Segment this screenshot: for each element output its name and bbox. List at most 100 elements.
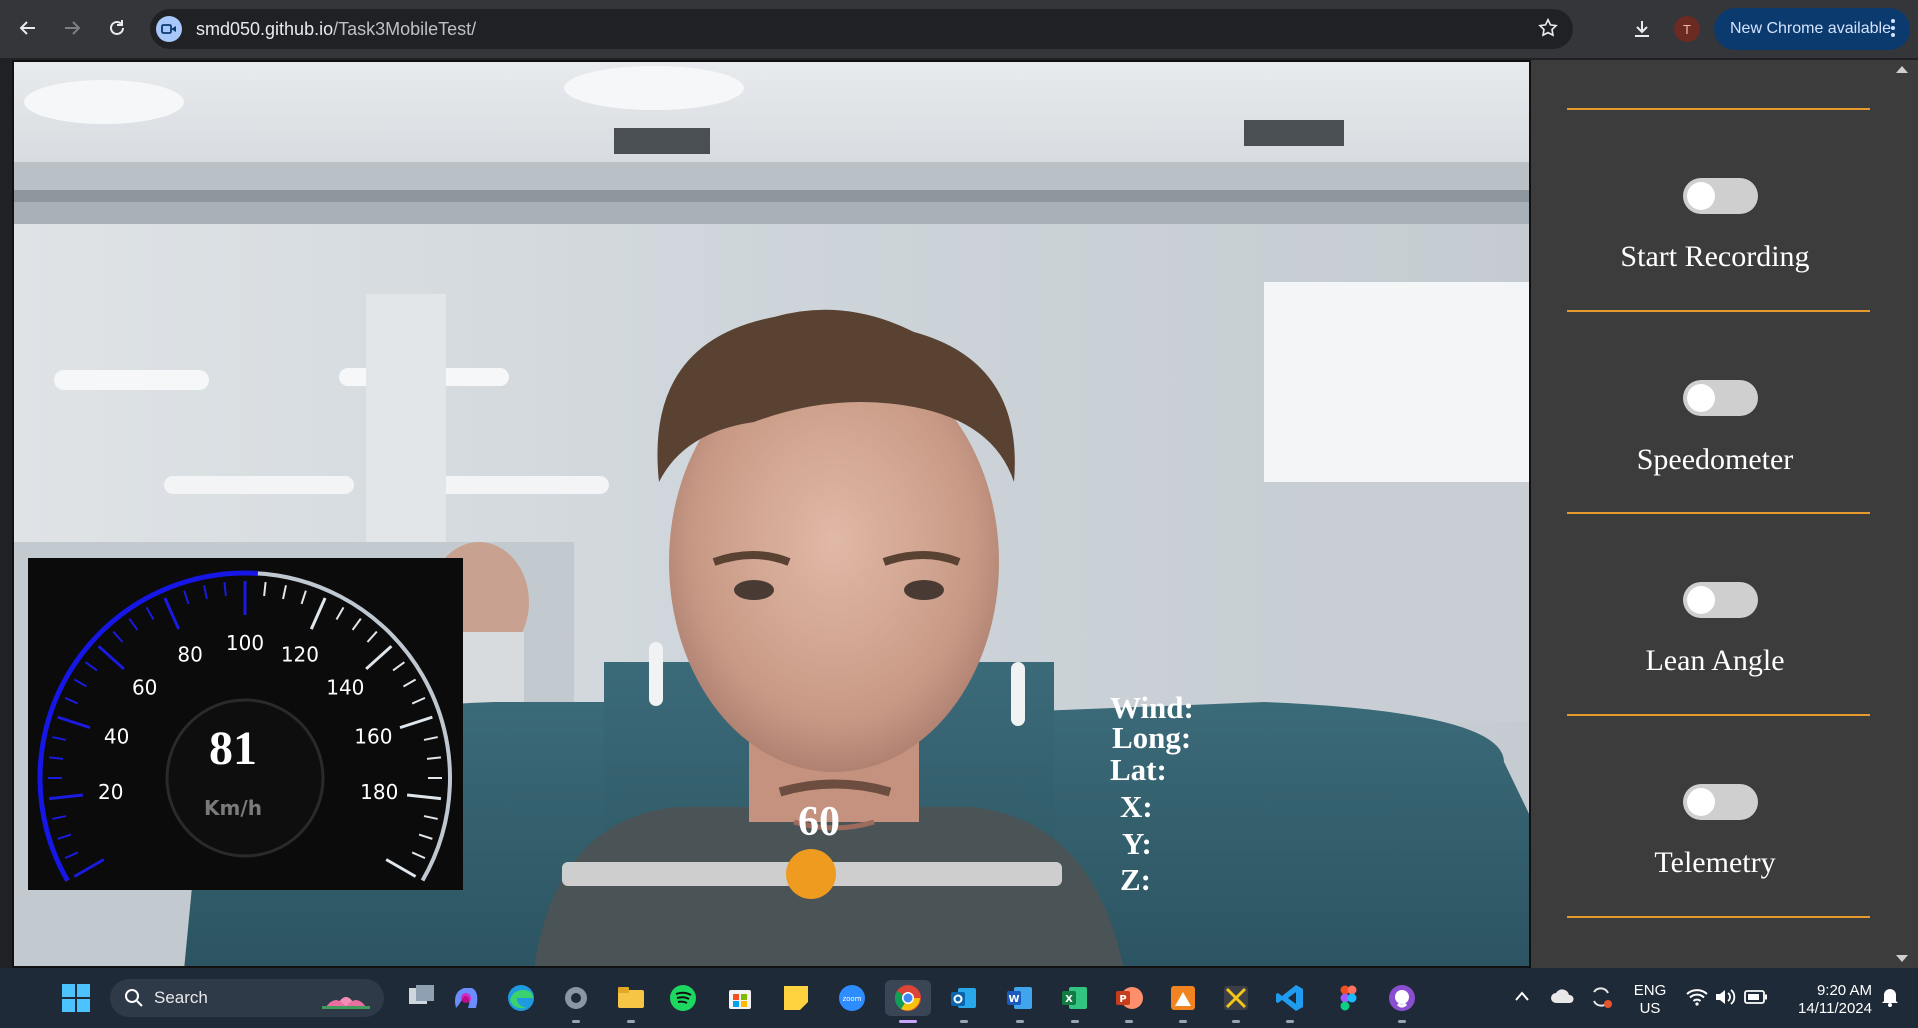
telemetry-toggle[interactable] <box>1683 784 1758 820</box>
site-info-icon[interactable] <box>156 16 182 42</box>
gauge-tick <box>52 736 67 741</box>
new-chrome-available-button[interactable]: New Chrome available <box>1714 8 1910 50</box>
toggle-knob <box>1687 586 1715 614</box>
running-indicator <box>1125 1020 1133 1023</box>
telemetry-long: Long: <box>1112 720 1192 755</box>
clock[interactable]: 9:20 AM 14/11/2024 <box>1782 982 1872 1018</box>
taskbar-search[interactable]: Search <box>110 979 384 1017</box>
gauge-tick <box>128 618 139 631</box>
spotify-icon[interactable] <box>665 980 701 1016</box>
gauge-tick <box>48 756 64 760</box>
scroll-up-icon[interactable] <box>1895 64 1909 74</box>
gauge-tick <box>282 585 287 600</box>
bookmark-star-icon[interactable] <box>1537 17 1559 44</box>
svg-text:W: W <box>1008 994 1019 1005</box>
language-indicator[interactable]: ENG US <box>1630 982 1670 1018</box>
toggle-knob <box>1687 182 1715 210</box>
settings-icon[interactable] <box>558 980 594 1016</box>
svg-text:zoom: zoom <box>842 995 861 1003</box>
edge-icon[interactable] <box>503 980 539 1016</box>
sticky-notes-icon[interactable] <box>778 980 814 1016</box>
browser-toolbar: smd050.github.io/Task3MobileTest/ T New … <box>0 0 1918 58</box>
gauge-tick <box>309 597 327 630</box>
app-orange-icon[interactable] <box>1165 980 1201 1016</box>
region-code: US <box>1639 1000 1661 1017</box>
notification-bell-icon[interactable] <box>1880 986 1900 1008</box>
control-panel: Start Recording Speedometer Lean Angle T… <box>1543 60 1887 968</box>
copilot-icon[interactable] <box>448 980 484 1016</box>
gauge-tick <box>385 858 417 878</box>
url-text: smd050.github.io/Task3MobileTest/ <box>196 19 477 39</box>
battery-icon[interactable] <box>1744 989 1768 1005</box>
wifi-icon[interactable] <box>1686 988 1708 1006</box>
powerpoint-icon[interactable]: P <box>1111 980 1147 1016</box>
gauge-tick-label: 120 <box>281 643 319 667</box>
gauge-tick <box>203 585 208 600</box>
gauge-tick <box>263 581 267 597</box>
sync-icon[interactable] <box>1588 984 1614 1010</box>
gauge-tick <box>64 696 79 705</box>
gauge-tick <box>223 581 227 597</box>
update-label: New Chrome available <box>1730 20 1891 37</box>
page-scrollbar[interactable] <box>1887 60 1918 968</box>
start-icon[interactable] <box>58 980 94 1016</box>
gauge-tick <box>411 696 426 705</box>
forward-button[interactable] <box>56 12 88 44</box>
lean-angle-toggle[interactable] <box>1683 582 1758 618</box>
gauge-tick-label: 20 <box>98 780 123 804</box>
reload-icon <box>110 20 124 35</box>
store-icon[interactable] <box>722 980 758 1016</box>
gauge-tick <box>423 736 438 741</box>
speed-slider-thumb[interactable] <box>786 849 836 899</box>
gauge-tick <box>85 661 98 672</box>
start-recording-toggle[interactable] <box>1683 178 1758 214</box>
gauge-tick <box>57 833 72 840</box>
back-arrow-icon <box>19 21 35 35</box>
zoom-icon[interactable]: zoom <box>834 980 870 1016</box>
chrome-icon[interactable] <box>885 980 931 1016</box>
scroll-down-icon[interactable] <box>1895 954 1909 964</box>
profile-avatar[interactable]: T <box>1674 16 1700 42</box>
toggle-knob <box>1687 788 1715 816</box>
excel-icon[interactable]: X <box>1057 980 1093 1016</box>
word-icon[interactable]: W <box>1002 980 1038 1016</box>
figma-icon[interactable] <box>1330 980 1366 1016</box>
windows-taskbar: Search zoom W X P ENG US 9:20 AM 14/11/2024 <box>0 968 1918 1028</box>
volume-icon[interactable] <box>1714 987 1736 1007</box>
reload-button[interactable] <box>101 12 133 44</box>
gauge-tick <box>418 833 433 840</box>
gauge-tick <box>73 678 88 688</box>
file-explorer-icon[interactable] <box>613 980 649 1016</box>
address-bar[interactable]: smd050.github.io/Task3MobileTest/ <box>150 9 1573 49</box>
speedometer-toggle[interactable] <box>1683 380 1758 416</box>
download-button[interactable] <box>1626 13 1658 45</box>
speed-unit: Km/h <box>204 796 262 820</box>
github-icon[interactable] <box>1384 980 1420 1016</box>
chevron-up-icon[interactable] <box>1514 990 1530 1002</box>
telemetry-lat: Lat: <box>1110 752 1167 787</box>
telemetry-x: X: <box>1120 789 1153 824</box>
running-indicator <box>960 1020 968 1023</box>
task-view-icon[interactable] <box>404 980 440 1016</box>
onedrive-icon[interactable] <box>1550 986 1576 1006</box>
app-snip-icon[interactable] <box>1218 980 1254 1016</box>
search-icon <box>125 989 143 1007</box>
gauge-tick <box>351 618 362 631</box>
more-menu-icon[interactable] <box>1890 18 1896 38</box>
gauge-tick <box>57 715 91 730</box>
language-code: ENG <box>1633 982 1667 999</box>
running-indicator <box>1016 1020 1024 1023</box>
gauge-tick <box>365 645 393 671</box>
vscode-icon[interactable] <box>1272 980 1308 1016</box>
gauge-tick <box>423 815 438 820</box>
gauge-tick <box>406 793 442 801</box>
gauge-tick <box>183 590 190 605</box>
back-button[interactable] <box>12 12 44 44</box>
gauge-tick-label: 60 <box>132 676 157 700</box>
outlook-icon[interactable] <box>946 980 982 1016</box>
gauge-tick-label: 100 <box>226 631 264 655</box>
speed-value: 81 <box>209 722 257 775</box>
divider <box>1567 310 1870 312</box>
running-indicator <box>1071 1020 1079 1023</box>
slider-value: 60 <box>798 799 840 845</box>
